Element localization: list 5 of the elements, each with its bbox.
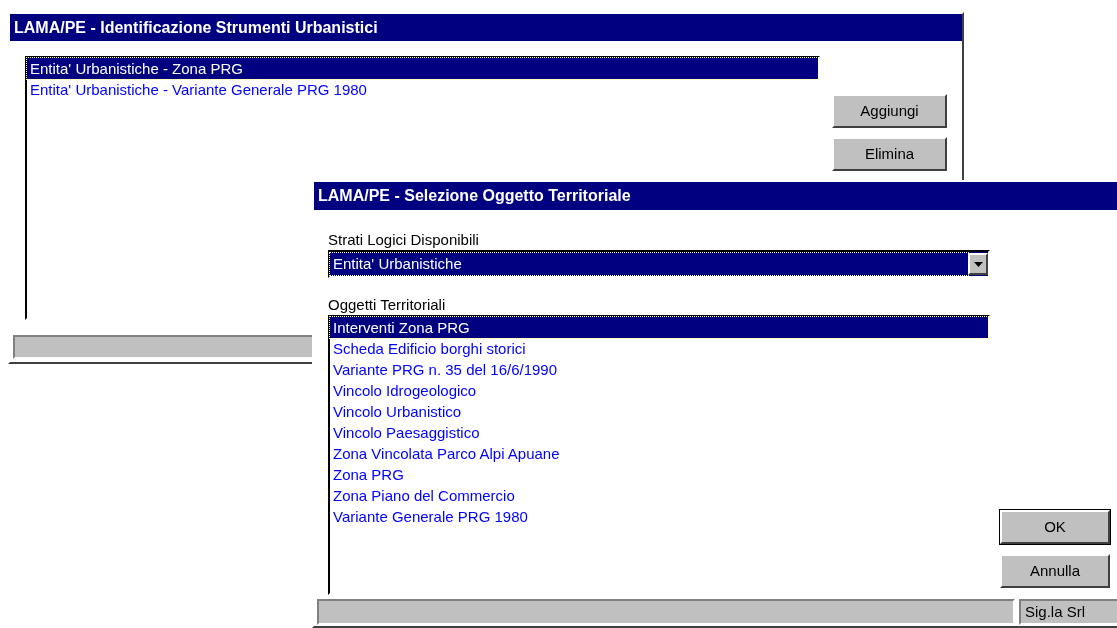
field-label: Strati Logici Disponibili [328, 230, 480, 250]
status-text: Sig.la Srl [1019, 599, 1117, 625]
window-title: LAMA/PE - Identificazione Strumenti Urbanistici [10, 14, 962, 41]
window-title: LAMA/PE - Selezione Oggetto Territoriale [314, 182, 1117, 210]
field-label: Oggetti Territoriali [328, 295, 447, 315]
